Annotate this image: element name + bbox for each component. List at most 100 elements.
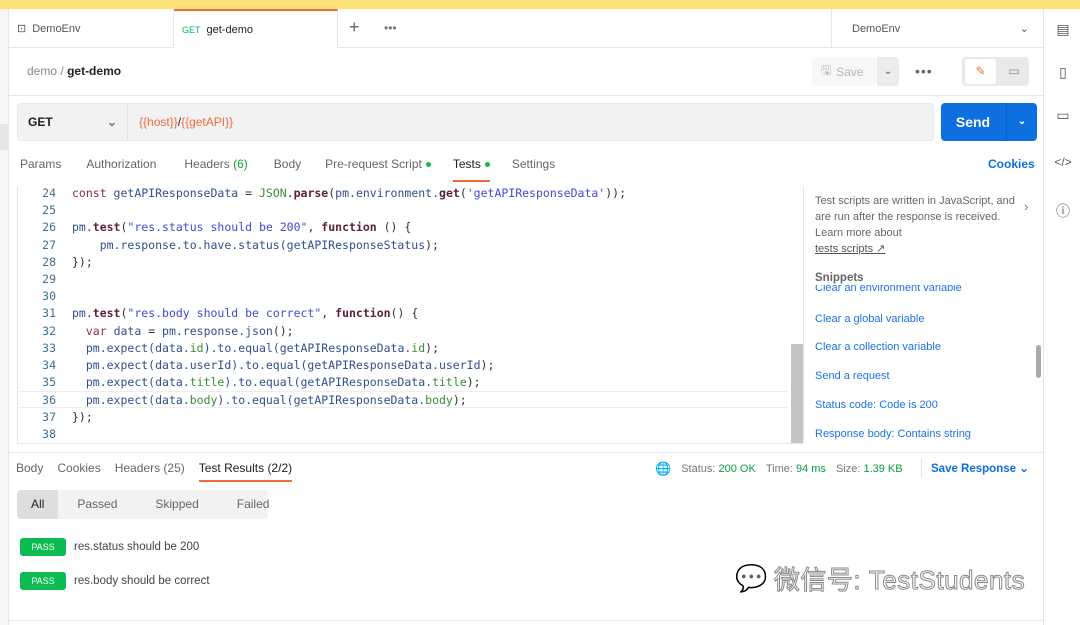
- send-button[interactable]: Send ⌄: [941, 103, 1037, 141]
- code-token: ).to.equal(getAPIResponseData.: [217, 393, 426, 408]
- filter-skipped[interactable]: Skipped: [136, 490, 217, 519]
- test-result-row: PASS res.body should be correct: [20, 572, 210, 590]
- code-token: id: [411, 340, 426, 355]
- documentation-icon[interactable]: ▯: [1054, 64, 1072, 82]
- collapse-chevron-right-icon[interactable]: ›: [1024, 199, 1028, 214]
- tab-get-demo[interactable]: GET get-demo: [174, 9, 338, 48]
- save-button[interactable]: 🖫 Save: [812, 57, 876, 86]
- code-token: title: [189, 375, 225, 390]
- line-number: 32: [42, 323, 56, 338]
- method-value: GET: [28, 115, 53, 129]
- code-line: 30: [18, 288, 788, 305]
- comment-icon[interactable]: ▭: [1000, 59, 1028, 84]
- save-response-button[interactable]: Save Response ⌄: [931, 461, 1029, 475]
- send-dropdown-chevron-icon[interactable]: ⌄: [1006, 103, 1037, 141]
- tab-pre-request-script[interactable]: Pre-request Script: [325, 157, 431, 171]
- code-token: () {: [390, 306, 419, 321]
- save-icon: 🖫: [821, 63, 832, 77]
- chevron-down-icon: ⌄: [106, 115, 117, 129]
- code-token: pm.: [72, 220, 93, 235]
- code-token: 'getAPIResponseData': [466, 186, 606, 200]
- watermark-text: 微信号: TestStudents: [773, 565, 1026, 596]
- snippet-item[interactable]: Clear an environment variable: [815, 285, 962, 294]
- code-line: 33 pm.expect(data.id).to.equal(getAPIRes…: [18, 340, 788, 357]
- tab-headers[interactable]: Headers (6): [184, 157, 247, 171]
- new-tab-plus-icon[interactable]: +: [349, 17, 360, 38]
- divider: [921, 458, 922, 478]
- response-tab[interactable]: Cookies: [57, 461, 100, 475]
- test-result-row: PASS res.status should be 200: [20, 538, 199, 556]
- divider: [9, 452, 1043, 453]
- edit-pencil-icon[interactable]: ✎: [965, 59, 996, 84]
- tab-body[interactable]: Body: [274, 157, 301, 171]
- method-select[interactable]: GET ⌄: [18, 104, 128, 140]
- save-dropdown-chevron-icon[interactable]: ⌄: [877, 57, 899, 86]
- filter-failed[interactable]: Failed: [218, 490, 289, 519]
- tests-help-text: Test scripts are written in JavaScript, …: [815, 193, 1030, 257]
- environment-select[interactable]: DemoEnv ⌄: [831, 9, 1043, 48]
- breadcrumb-parent[interactable]: demo: [27, 64, 57, 78]
- environment-quick-look-icon[interactable]: ▤: [1054, 21, 1072, 39]
- status-dot: [484, 162, 490, 168]
- time-label: Time:: [765, 463, 793, 475]
- tests-scripts-link[interactable]: tests scripts ↗: [815, 243, 885, 255]
- snippet-item[interactable]: Clear a global variable: [815, 313, 924, 325]
- tab-settings[interactable]: Settings: [512, 157, 555, 171]
- snippet-item[interactable]: Status code: Code is 200: [815, 399, 938, 411]
- response-tab[interactable]: Headers (25): [115, 461, 185, 475]
- code-token: pm.expect(data.userId).to.equal(getAPIRe…: [85, 358, 481, 372]
- code-icon[interactable]: </>: [1054, 155, 1072, 173]
- code-token: ,: [321, 306, 336, 321]
- code-token: const: [72, 186, 114, 200]
- code-token: );: [480, 358, 495, 372]
- tab-label: Tests: [452, 157, 481, 171]
- snippet-item[interactable]: Send a request: [815, 370, 890, 382]
- tab-count: (6): [233, 157, 248, 171]
- code-token: pm.response.to.have.status(: [99, 237, 287, 252]
- code-token: pm.environment.: [335, 186, 440, 200]
- tab-tests[interactable]: Tests: [452, 157, 490, 182]
- tab-authorization[interactable]: Authorization: [86, 157, 156, 171]
- size-value: 1.39 KB: [863, 463, 903, 475]
- code-token: body: [189, 393, 218, 408]
- filter-all[interactable]: All: [17, 490, 59, 519]
- tab-more-icon[interactable]: •••: [384, 21, 397, 35]
- editor-scrollbar[interactable]: [791, 344, 803, 443]
- snippet-item[interactable]: Clear a collection variable: [815, 341, 941, 353]
- wechat-logo-icon: 💬: [735, 563, 768, 594]
- status-dot: [425, 162, 431, 168]
- snippet-item[interactable]: Response body: Contains string: [815, 428, 971, 440]
- comments-icon[interactable]: ▭: [1054, 107, 1072, 125]
- info-icon[interactable]: ⓘ: [1054, 201, 1072, 219]
- request-tabs: Params Authorization Headers (6) Body Pre-re…: [20, 157, 555, 182]
- response-tab[interactable]: Body: [16, 461, 43, 475]
- save-label: Save: [836, 64, 864, 79]
- code-token: .: [286, 186, 294, 200]
- chevron-down-icon: ⌄: [1019, 463, 1029, 475]
- environment-icon: ⊡: [17, 23, 27, 35]
- snippets-scrollbar[interactable]: [1036, 345, 1041, 378]
- code-token: test: [92, 220, 121, 235]
- code-token: function: [321, 220, 377, 235]
- tab-params[interactable]: Params: [20, 157, 61, 171]
- more-options-icon[interactable]: •••: [915, 63, 933, 79]
- response-tab[interactable]: Test Results (2/2): [198, 461, 293, 482]
- code-token: "res.body should be correct": [127, 306, 322, 321]
- network-globe-icon[interactable]: 🌐: [655, 461, 671, 477]
- cookies-link[interactable]: Cookies: [988, 157, 1035, 171]
- save-response-label: Save Response: [931, 463, 1017, 475]
- line-number: 36: [42, 393, 56, 408]
- code-editor[interactable]: 24 const getAPIResponseData = JSON.parse (…: [17, 186, 804, 444]
- code-token: ).to.equal(getAPIResponseData.: [203, 340, 412, 355]
- code-line: 36 pm.expect(data.body).to.equal(getAPIR…: [18, 391, 788, 409]
- filter-passed[interactable]: Passed: [58, 490, 136, 519]
- tab-demoenv[interactable]: ⊡ DemoEnv: [9, 9, 174, 48]
- line-number: 33: [42, 340, 56, 355]
- size-label: Size:: [835, 463, 861, 475]
- sidebar-selected-item[interactable]: [0, 124, 9, 150]
- code-token: getAPIResponseStatus: [286, 237, 426, 252]
- url-input[interactable]: {{host}}/{{getAPI}}: [139, 115, 233, 129]
